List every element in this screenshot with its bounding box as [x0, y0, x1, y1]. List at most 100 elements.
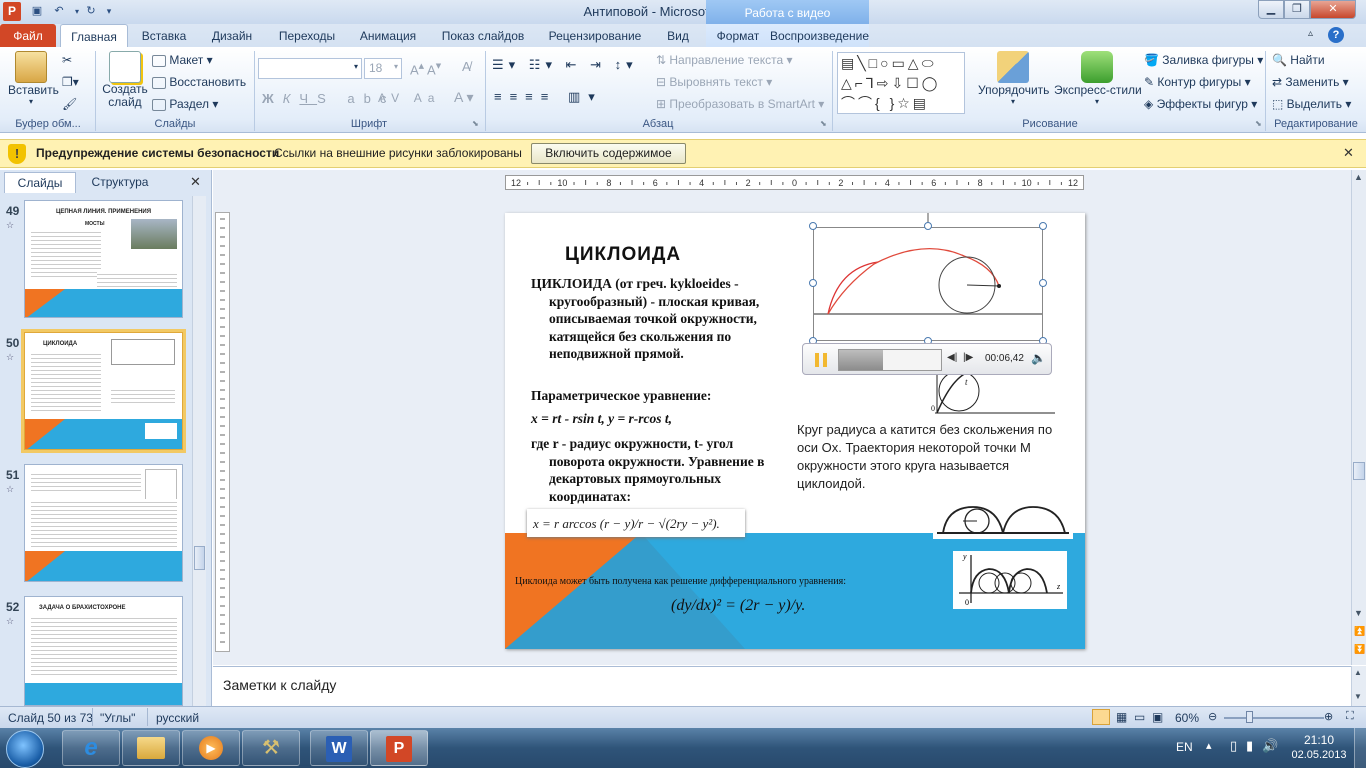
explorer-icon[interactable] — [122, 730, 180, 766]
paragraph-dialog-launcher-icon[interactable]: ⬊ — [820, 119, 827, 128]
find-button[interactable]: 🔍 Найти — [1272, 53, 1325, 67]
scroll-down-icon[interactable]: ▼ — [1354, 608, 1363, 618]
tab-slideshow[interactable]: Показ слайдов — [436, 24, 530, 47]
tab-home[interactable]: Главная — [60, 24, 128, 47]
reset-button[interactable]: Восстановить — [152, 75, 246, 89]
help-icon[interactable]: ? — [1328, 27, 1344, 43]
list-buttons[interactable]: ☰▾ ☷▾ ⇤ ⇥ ↕▾ — [492, 57, 638, 73]
volume-tray-icon[interactable]: 🔊 — [1262, 738, 1278, 754]
network-icon[interactable]: ▮ — [1246, 738, 1253, 754]
grow-font-icon[interactable]: A▴ A▾ — [410, 59, 441, 77]
step-back-icon[interactable]: ◀| — [947, 352, 957, 363]
input-language[interactable]: EN — [1176, 740, 1193, 754]
slide-thumbnail-51[interactable] — [24, 464, 183, 582]
panel-scrollbar[interactable] — [192, 196, 206, 706]
shapes-gallery[interactable]: ▤╲□○▭△⬭ △⌐⅂⇨⇩☐◯ ⌒⌒{ }☆▤ — [837, 52, 965, 114]
word-icon[interactable]: W — [310, 730, 368, 766]
zoom-out-icon[interactable]: ⊖ — [1208, 710, 1217, 723]
reading-view-icon[interactable]: ▭ — [1134, 710, 1145, 724]
media-player-icon[interactable]: ▶ — [182, 730, 240, 766]
font-spacing-buttons[interactable]: AV Aa — [378, 91, 440, 105]
quick-styles-button[interactable]: Экспресс-стили ▾ — [1054, 51, 1142, 106]
tab-insert[interactable]: Вставка — [136, 24, 192, 47]
section-button[interactable]: Раздел ▾ — [152, 97, 218, 111]
font-size-combo[interactable]: 18 ▾ — [364, 58, 402, 79]
start-button-icon[interactable] — [6, 730, 44, 768]
drawing-dialog-launcher-icon[interactable]: ⬊ — [1255, 119, 1262, 128]
new-slide-button[interactable]: Создать слайд — [100, 51, 150, 109]
slide-thumbnail-49[interactable]: ЦЕПНАЯ ЛИНИЯ. ПРИМЕНЕНИЯ МОСТЫ — [24, 200, 183, 318]
slide-scrollbar[interactable]: ▲ ▼ ⏫ ⏬ — [1351, 170, 1366, 665]
minimize-ribbon-icon[interactable]: ▵ — [1308, 28, 1313, 39]
slide-sorter-icon[interactable]: ▦ — [1116, 710, 1127, 724]
panel-scroll-thumb[interactable] — [194, 546, 205, 570]
alignment-buttons[interactable]: ≡≡≡≡ ▥▾ — [494, 89, 603, 105]
video-timeline[interactable] — [838, 349, 942, 371]
slideshow-view-icon[interactable]: ▣ — [1152, 710, 1163, 724]
zoom-slider-thumb[interactable] — [1246, 711, 1253, 723]
close-panel-icon[interactable]: ✕ — [190, 174, 201, 190]
zoom-level[interactable]: 60% — [1175, 711, 1199, 725]
enable-content-button[interactable]: Включить содержимое — [531, 143, 686, 164]
font-name-combo[interactable]: ▾ — [258, 58, 362, 79]
show-desktop-button[interactable] — [1354, 728, 1366, 768]
text-direction-button[interactable]: ⇅ Направление текста ▾ — [656, 53, 793, 67]
close-warning-icon[interactable]: ✕ — [1343, 145, 1354, 161]
smartart-button[interactable]: ⊞ Преобразовать в SmartArt ▾ — [656, 97, 824, 111]
slide-thumbnail-52[interactable]: ЗАДАЧА О БРАХИСТОХРОНЕ — [24, 596, 183, 706]
zoom-slider[interactable] — [1224, 717, 1324, 719]
zoom-in-icon[interactable]: ⊕ — [1324, 710, 1333, 723]
slide-canvas[interactable]: ЦИКЛОИДА ЦИКЛОИДА (от греч. kykloeides -… — [505, 213, 1085, 649]
copy-icon[interactable]: ❐▾ — [62, 75, 79, 89]
layout-button[interactable]: Макет ▾ — [152, 53, 213, 67]
next-slide-icon[interactable]: ⏬ — [1354, 644, 1365, 655]
tab-animation[interactable]: Анимация — [352, 24, 424, 47]
pause-icon[interactable] — [815, 353, 827, 367]
shape-outline-button[interactable]: ✎ Контур фигуры ▾ — [1144, 75, 1251, 89]
powerpoint-taskbar-icon[interactable]: P — [370, 730, 428, 766]
notes-scrollbar[interactable]: ▲ ▼ — [1351, 666, 1366, 706]
paste-button[interactable]: Вставить ▾ — [8, 51, 59, 106]
shape-effects-button[interactable]: ◈ Эффекты фигур ▾ — [1144, 97, 1257, 111]
close-icon[interactable]: ✕ — [1310, 0, 1356, 19]
normal-view-icon[interactable] — [1092, 709, 1110, 725]
tab-format[interactable]: Формат — [706, 24, 770, 47]
volume-icon[interactable]: 🔈 — [1031, 351, 1046, 365]
tab-slides[interactable]: Слайды — [4, 172, 76, 193]
slide-thumbnail-50[interactable]: ЦИКЛОИДА — [21, 329, 186, 453]
selection-handles[interactable] — [808, 213, 1050, 349]
arrange-button[interactable]: Упорядочить ▾ — [978, 51, 1049, 106]
cut-icon[interactable]: ✂ — [62, 53, 72, 67]
tab-transitions[interactable]: Переходы — [272, 24, 342, 47]
format-painter-icon[interactable]: 🖌 — [62, 97, 77, 111]
tab-design[interactable]: Дизайн — [204, 24, 260, 47]
slide-scroll-thumb[interactable] — [1353, 462, 1365, 480]
tab-file[interactable]: Файл — [0, 24, 56, 47]
notes-pane[interactable]: Заметки к слайду — [213, 666, 1351, 706]
maximize-icon[interactable]: ❐ — [1284, 0, 1310, 19]
clock-date[interactable]: 02.05.2013 — [1286, 749, 1352, 761]
tab-view[interactable]: Вид — [660, 24, 696, 47]
tab-playback[interactable]: Воспроизведение — [770, 24, 869, 47]
previous-slide-icon[interactable]: ⏫ — [1354, 626, 1365, 637]
clock-time[interactable]: 21:10 — [1296, 733, 1342, 747]
battery-icon[interactable]: ▯ — [1230, 738, 1237, 754]
minimize-icon[interactable]: ▁ — [1258, 0, 1284, 19]
font-style-buttons[interactable]: ЖКЧS abc — [262, 91, 395, 106]
select-button[interactable]: ⬚ Выделить ▾ — [1272, 97, 1351, 111]
step-forward-icon[interactable]: |▶ — [963, 352, 973, 363]
theme-name[interactable]: "Углы" — [100, 711, 135, 725]
scroll-up-icon[interactable]: ▲ — [1354, 172, 1363, 182]
fit-slide-icon[interactable]: ⛶ — [1346, 710, 1354, 723]
font-color-icon[interactable]: A ▾ — [454, 89, 473, 106]
replace-button[interactable]: ⇄ Заменить ▾ — [1272, 75, 1349, 89]
shape-fill-button[interactable]: 🪣 Заливка фигуры ▾ — [1144, 53, 1263, 67]
tab-review[interactable]: Рецензирование — [542, 24, 648, 47]
align-text-button[interactable]: ⊟ Выровнять текст ▾ — [656, 75, 772, 89]
internet-explorer-icon[interactable]: e — [62, 730, 120, 766]
clear-format-icon[interactable]: A̸ — [462, 59, 471, 74]
tools-icon[interactable]: ⚒ — [242, 730, 300, 766]
language[interactable]: русский — [156, 711, 199, 725]
font-dialog-launcher-icon[interactable]: ⬊ — [472, 119, 479, 128]
tray-arrow-icon[interactable]: ▴ — [1206, 739, 1212, 752]
